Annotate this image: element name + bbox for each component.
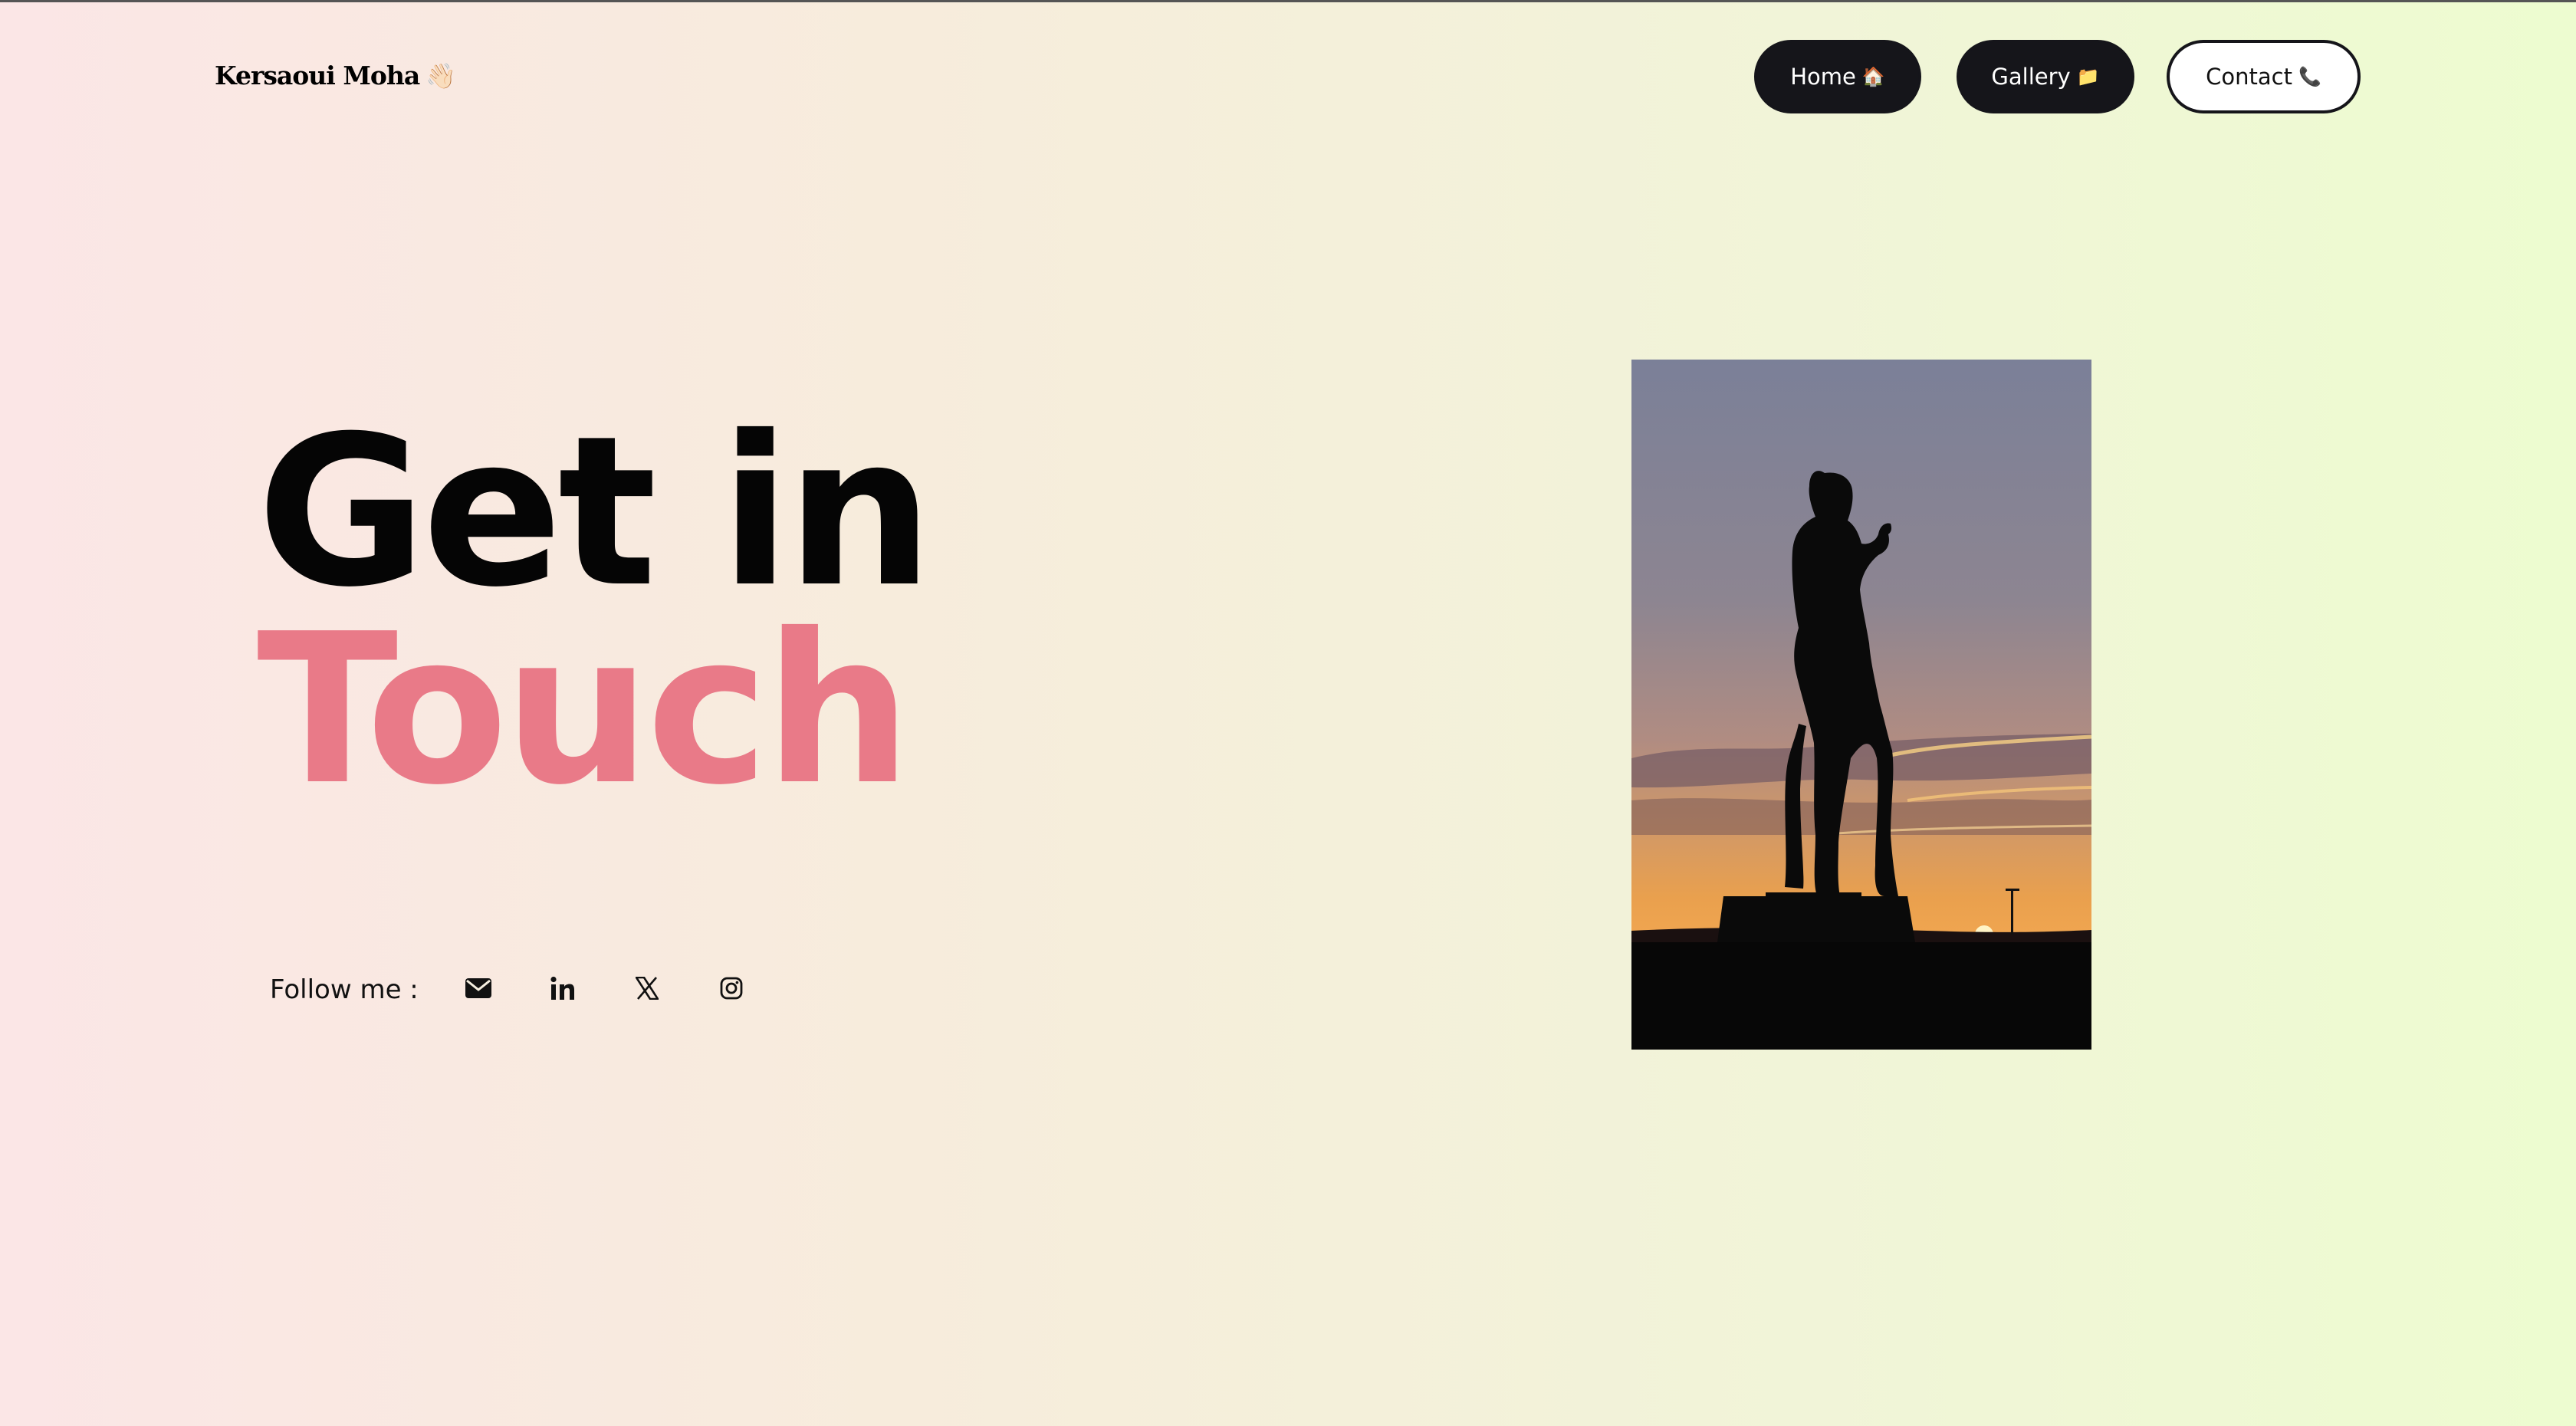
phone-icon: 📞 [2298,66,2321,87]
waving-hand-icon: 👋🏻 [426,61,456,90]
nav-home-button[interactable]: Home 🏠 [1754,40,1921,113]
x-icon [636,977,659,1000]
folder-icon: 📁 [2076,66,2100,87]
nav-contact-button[interactable]: Contact 📞 [2167,40,2361,113]
nav-gallery-button[interactable]: Gallery 📁 [1957,40,2134,113]
statue-sunset-photo [1631,360,2091,1050]
hero-title-line1: Get in [257,391,934,632]
brand-logo[interactable]: Kersaoui Moha 👋🏻 [215,61,456,90]
envelope-icon [465,978,491,998]
nav-contact-label: Contact [2206,64,2292,90]
instagram-icon [720,977,743,1000]
nav-home-label: Home [1790,64,1856,90]
social-email-link[interactable] [462,971,495,1005]
social-linkedin-link[interactable] [546,971,580,1005]
social-instagram-link[interactable] [715,971,748,1005]
house-icon: 🏠 [1861,66,1885,87]
hero-title-line2: Touch [257,589,912,830]
social-x-link[interactable] [630,971,664,1005]
nav-gallery-label: Gallery [1991,64,2071,90]
brand-name: Kersaoui Moha [215,61,420,90]
linkedin-icon [550,976,574,1000]
follow-label: Follow me : [270,974,419,1005]
